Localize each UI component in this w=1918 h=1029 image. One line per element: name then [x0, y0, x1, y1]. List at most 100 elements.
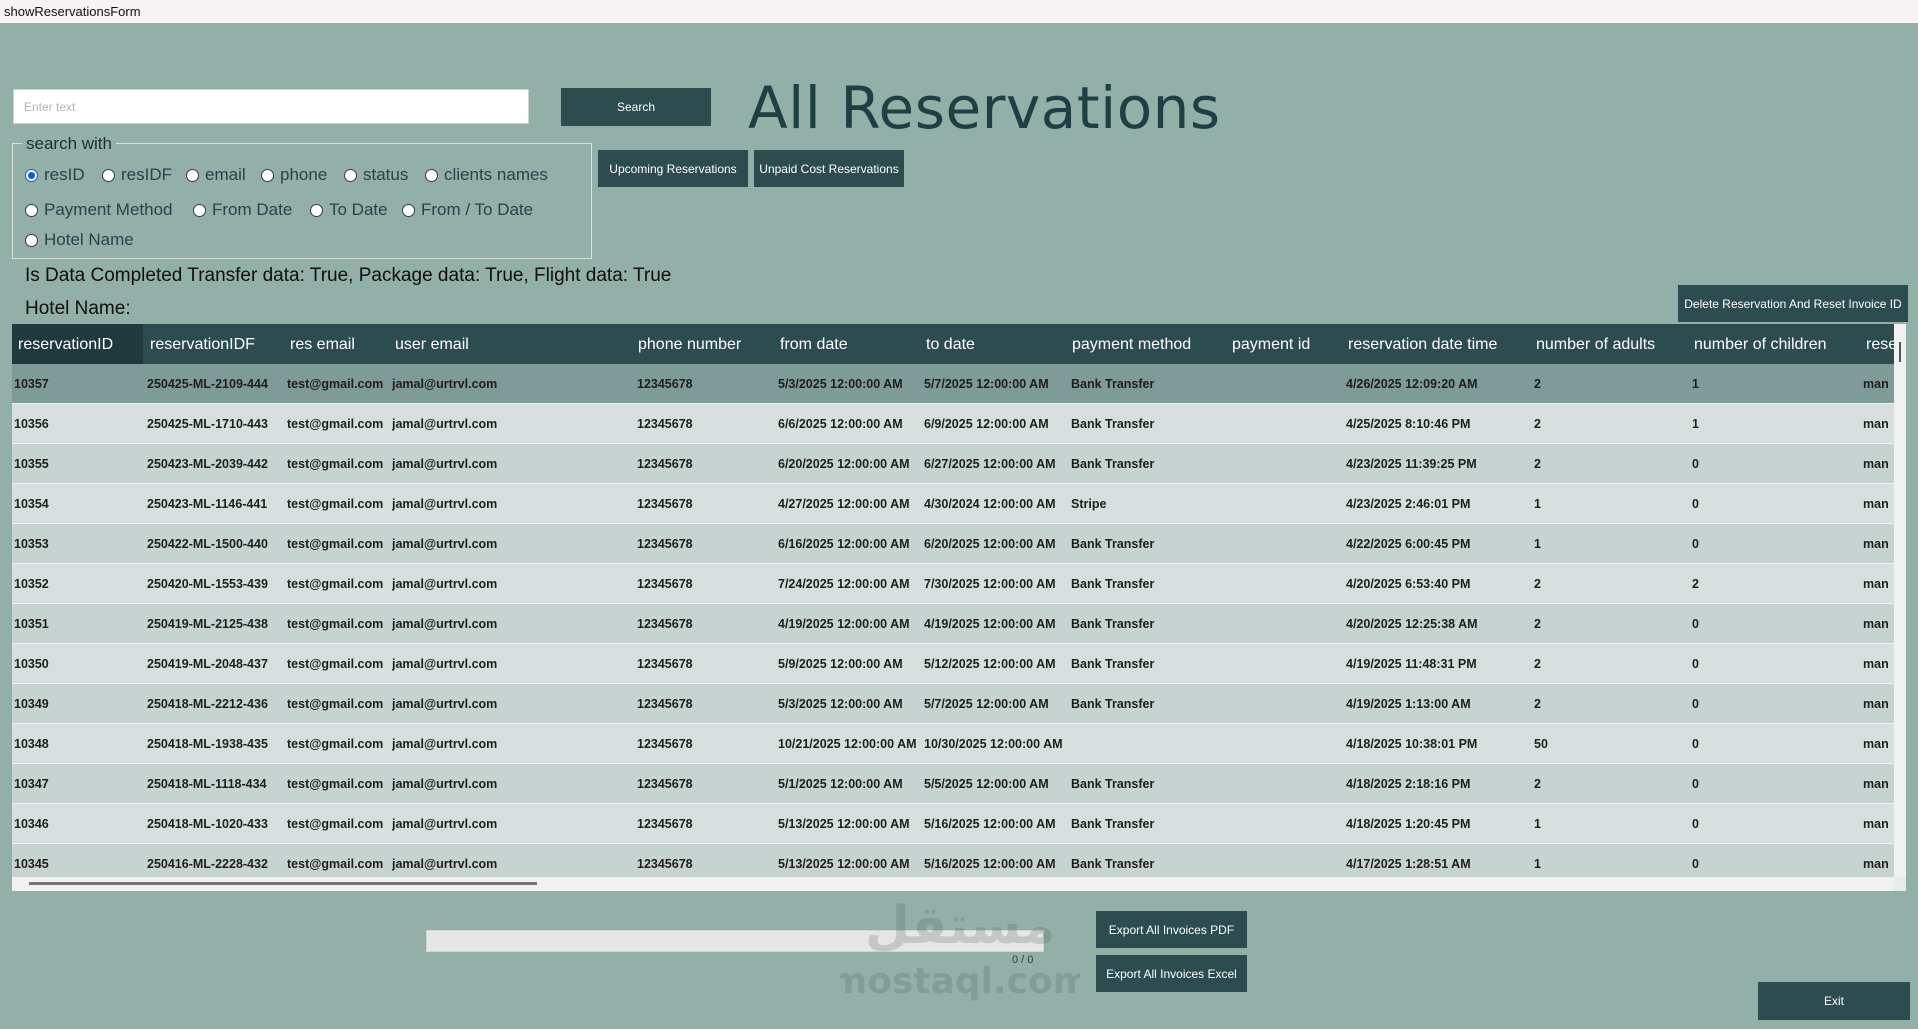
cell-user-email[interactable]: jamal@urtrvl.com: [392, 444, 635, 484]
cell-reservation-id[interactable]: 10347: [14, 764, 142, 804]
radio-hotel-name-indicator[interactable]: [25, 233, 38, 247]
cell-from-date[interactable]: 5/9/2025 12:00:00 AM: [778, 644, 922, 684]
cell-res-email[interactable]: test@gmail.com: [287, 724, 390, 764]
cell-number-of-adults[interactable]: 1: [1534, 804, 1690, 844]
cell-number-of-adults[interactable]: 2: [1534, 684, 1690, 724]
header-col-reservation-idf[interactable]: reservationIDF: [150, 324, 290, 364]
table-row[interactable]: 10357 250425-ML-2109-444 test@gmail.com jam…: [12, 364, 1894, 404]
cell-user-email[interactable]: jamal@urtrvl.com: [392, 684, 635, 724]
radio-residf[interactable]: resIDF: [102, 165, 172, 185]
search-button[interactable]: Search: [561, 88, 711, 126]
cell-phone-number[interactable]: 12345678: [637, 444, 776, 484]
cell-phone-number[interactable]: 12345678: [637, 604, 776, 644]
cell-res-email[interactable]: test@gmail.com: [287, 764, 390, 804]
cell-reservation-id[interactable]: 10351: [14, 604, 142, 644]
header-col-payment-id[interactable]: payment id: [1232, 324, 1348, 364]
exit-button[interactable]: Exit: [1758, 982, 1910, 1020]
cell-number-of-adults[interactable]: 2: [1534, 364, 1690, 404]
cell-number-of-adults[interactable]: 2: [1534, 404, 1690, 444]
radio-email-indicator[interactable]: [186, 168, 199, 182]
cell-from-date[interactable]: 10/21/2025 12:00:00 AM: [778, 724, 922, 764]
cell-from-date[interactable]: 5/13/2025 12:00:00 AM: [778, 804, 922, 844]
cell-phone-number[interactable]: 12345678: [637, 684, 776, 724]
cell-number-of-adults[interactable]: 2: [1534, 764, 1690, 804]
header-col-phone-number[interactable]: phone number: [638, 324, 780, 364]
cell-number-of-children[interactable]: 0: [1692, 644, 1861, 684]
cell-reservation-idf[interactable]: 250418-ML-1938-435: [147, 724, 285, 764]
cell-payment-method[interactable]: Bank Transfer: [1071, 804, 1229, 844]
cell-reservation-date-time[interactable]: 4/25/2025 8:10:46 PM: [1346, 404, 1532, 444]
cell-res-email[interactable]: test@gmail.com: [287, 484, 390, 524]
cell-number-of-adults[interactable]: 2: [1534, 444, 1690, 484]
cell-reservation-id[interactable]: 10346: [14, 804, 142, 844]
cell-to-date[interactable]: 10/30/2025 12:00:00 AM: [924, 724, 1069, 764]
cell-reservation-date-time[interactable]: 4/23/2025 2:46:01 PM: [1346, 484, 1532, 524]
cell-reservation-idf[interactable]: 250423-ML-2039-442: [147, 444, 285, 484]
cell-payment-id[interactable]: [1231, 484, 1344, 524]
table-row[interactable]: 10355 250423-ML-2039-442 test@gmail.com jam…: [12, 444, 1894, 484]
radio-clients-names[interactable]: clients names: [425, 165, 548, 185]
cell-reservation-id[interactable]: 10353: [14, 524, 142, 564]
cell-to-date[interactable]: 5/7/2025 12:00:00 AM: [924, 364, 1069, 404]
cell-number-of-adults[interactable]: 2: [1534, 644, 1690, 684]
cell-reservation-idf[interactable]: 250423-ML-1146-441: [147, 484, 285, 524]
cell-reservation-date-time[interactable]: 4/18/2025 10:38:01 PM: [1346, 724, 1532, 764]
cell-res-email[interactable]: test@gmail.com: [287, 364, 390, 404]
cell-rese[interactable]: man: [1863, 724, 1892, 764]
header-col-reservation-date-time[interactable]: reservation date time: [1348, 324, 1536, 364]
table-row[interactable]: 10354 250423-ML-1146-441 test@gmail.com jam…: [12, 484, 1894, 524]
cell-reservation-idf[interactable]: 250416-ML-2228-432: [147, 844, 285, 877]
cell-to-date[interactable]: 5/12/2025 12:00:00 AM: [924, 644, 1069, 684]
cell-from-date[interactable]: 4/19/2025 12:00:00 AM: [778, 604, 922, 644]
header-col-user-email[interactable]: user email: [395, 324, 638, 364]
radio-from-to-date[interactable]: From / To Date: [402, 200, 533, 220]
radio-residf-indicator[interactable]: [102, 168, 115, 182]
table-row[interactable]: 10349 250418-ML-2212-436 test@gmail.com jam…: [12, 684, 1894, 724]
reservations-table[interactable]: reservationID reservationIDF res email user…: [12, 324, 1906, 891]
cell-user-email[interactable]: jamal@urtrvl.com: [392, 524, 635, 564]
cell-number-of-adults[interactable]: 1: [1534, 524, 1690, 564]
cell-phone-number[interactable]: 12345678: [637, 404, 776, 444]
cell-rese[interactable]: man: [1863, 564, 1892, 604]
cell-rese[interactable]: man: [1863, 804, 1892, 844]
cell-rese[interactable]: man: [1863, 604, 1892, 644]
cell-to-date[interactable]: 6/27/2025 12:00:00 AM: [924, 444, 1069, 484]
table-row[interactable]: 10352 250420-ML-1553-439 test@gmail.com jam…: [12, 564, 1894, 604]
radio-to-date-indicator[interactable]: [310, 203, 323, 217]
cell-payment-id[interactable]: [1231, 844, 1344, 877]
cell-reservation-id[interactable]: 10354: [14, 484, 142, 524]
cell-phone-number[interactable]: 12345678: [637, 844, 776, 877]
cell-phone-number[interactable]: 12345678: [637, 724, 776, 764]
table-row[interactable]: 10356 250425-ML-1710-443 test@gmail.com jam…: [12, 404, 1894, 444]
cell-reservation-id[interactable]: 10345: [14, 844, 142, 877]
cell-from-date[interactable]: 6/16/2025 12:00:00 AM: [778, 524, 922, 564]
cell-to-date[interactable]: 4/30/2024 12:00:00 AM: [924, 484, 1069, 524]
cell-res-email[interactable]: test@gmail.com: [287, 804, 390, 844]
cell-payment-method[interactable]: Bank Transfer: [1071, 604, 1229, 644]
cell-number-of-adults[interactable]: 50: [1534, 724, 1690, 764]
radio-status[interactable]: status: [344, 165, 408, 185]
cell-reservation-date-time[interactable]: 4/22/2025 6:00:45 PM: [1346, 524, 1532, 564]
cell-phone-number[interactable]: 12345678: [637, 524, 776, 564]
cell-reservation-idf[interactable]: 250419-ML-2125-438: [147, 604, 285, 644]
cell-number-of-adults[interactable]: 2: [1534, 564, 1690, 604]
cell-res-email[interactable]: test@gmail.com: [287, 444, 390, 484]
cell-number-of-children[interactable]: 0: [1692, 804, 1861, 844]
cell-reservation-date-time[interactable]: 4/19/2025 11:48:31 PM: [1346, 644, 1532, 684]
cell-number-of-adults[interactable]: 1: [1534, 484, 1690, 524]
cell-reservation-idf[interactable]: 250418-ML-2212-436: [147, 684, 285, 724]
radio-hotel-name[interactable]: Hotel Name: [25, 230, 134, 250]
radio-phone[interactable]: phone: [261, 165, 327, 185]
cell-reservation-id[interactable]: 10348: [14, 724, 142, 764]
upcoming-reservations-button[interactable]: Upcoming Reservations: [598, 150, 748, 187]
cell-reservation-idf[interactable]: 250422-ML-1500-440: [147, 524, 285, 564]
header-col-from-date[interactable]: from date: [780, 324, 926, 364]
cell-phone-number[interactable]: 12345678: [637, 644, 776, 684]
radio-payment-method-indicator[interactable]: [25, 203, 38, 217]
cell-res-email[interactable]: test@gmail.com: [287, 684, 390, 724]
radio-from-date[interactable]: From Date: [193, 200, 292, 220]
cell-payment-id[interactable]: [1231, 364, 1344, 404]
cell-payment-method[interactable]: [1071, 724, 1229, 764]
radio-email[interactable]: email: [186, 165, 246, 185]
header-col-number-of-adults[interactable]: number of adults: [1536, 324, 1694, 364]
